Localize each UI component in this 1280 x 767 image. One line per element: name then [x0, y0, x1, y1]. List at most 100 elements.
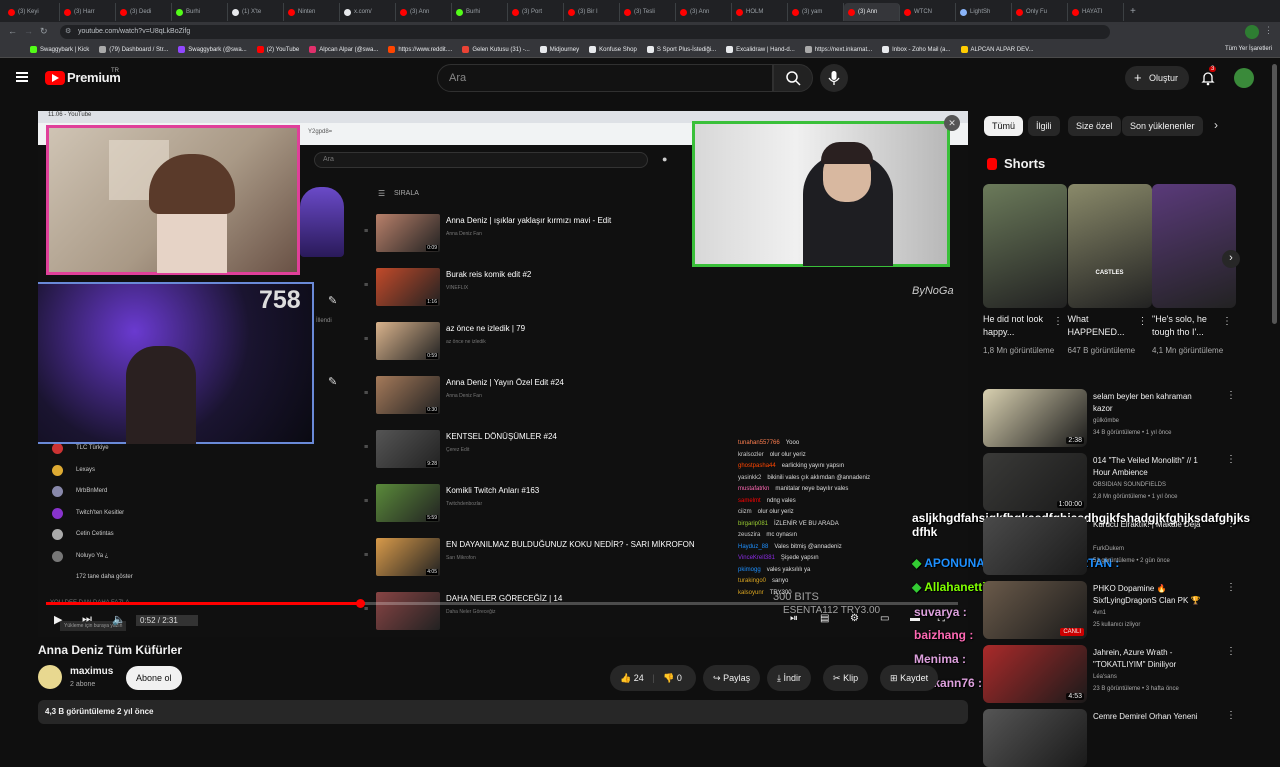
bookmark-item[interactable]: Midjourney: [539, 46, 579, 53]
browser-tab[interactable]: (3) Harr: [60, 3, 116, 21]
url-field[interactable]: ⚙ youtube.com/watch?v=U8qLkBoZifg: [60, 25, 1110, 39]
dislike-button[interactable]: 👎 0: [663, 673, 682, 683]
video-more-icon[interactable]: ⋮: [1226, 582, 1236, 593]
short-title[interactable]: What HAPPENED...: [1068, 313, 1142, 339]
video-channel[interactable]: OBSIDIAN SOUNDFIELDS: [1093, 482, 1166, 488]
browser-tab[interactable]: Only Fu: [1012, 3, 1068, 21]
video-channel[interactable]: Léa'sans: [1093, 674, 1117, 680]
user-avatar[interactable]: [1234, 68, 1254, 88]
share-button[interactable]: ↪ Paylaş: [703, 665, 761, 691]
browser-tab[interactable]: (3) Ann: [844, 3, 900, 21]
reload-icon[interactable]: ↻: [40, 26, 48, 37]
youtube-logo-icon[interactable]: [45, 71, 65, 85]
forward-icon[interactable]: →: [24, 26, 33, 36]
bookmark-item[interactable]: Swaggybark (@swa...: [178, 46, 247, 53]
video-thumbnail[interactable]: [983, 517, 1087, 575]
description-box[interactable]: 4,3 B görüntüleme 2 yıl önce: [38, 700, 968, 724]
browser-tab[interactable]: (3) yam: [788, 3, 844, 21]
site-info-icon[interactable]: ⚙: [65, 25, 71, 39]
hamburger-menu-icon[interactable]: [16, 72, 28, 82]
bookmark-item[interactable]: Inbox - Zoho Mail (a...: [882, 46, 951, 53]
video-title[interactable]: 014 "The Veiled Monolith" // 1 Hour Ambi…: [1093, 455, 1211, 479]
browser-tab[interactable]: HAYATI: [1068, 3, 1124, 21]
save-button[interactable]: ⊞ Kaydet: [880, 665, 939, 691]
page-scrollbar[interactable]: [1272, 64, 1277, 324]
search-button[interactable]: [773, 64, 813, 92]
bookmark-item[interactable]: S Sport Plus-İstediği...: [646, 46, 716, 53]
browser-tab[interactable]: (3) Keyi: [4, 3, 60, 21]
video-title[interactable]: Kurucu Elraktık! | Makale Deja: [1093, 519, 1211, 531]
bookmark-item[interactable]: Excalidraw | Hand-d...: [726, 46, 795, 53]
browser-tab[interactable]: (1) X'te: [228, 3, 284, 21]
channel-avatar[interactable]: [38, 665, 62, 689]
subscribe-button[interactable]: Abone ol: [126, 666, 182, 690]
clip-button[interactable]: ✂ Klip: [823, 665, 869, 691]
settings-icon[interactable]: ⚙: [850, 613, 859, 624]
video-title[interactable]: Cemre Demirel Orhan Yeneni: [1093, 711, 1211, 723]
short-more-icon[interactable]: ⋮: [1222, 316, 1232, 327]
browser-tab[interactable]: WTCN: [900, 3, 956, 21]
bookmark-item[interactable]: https://next.inkarnat...: [804, 46, 872, 53]
channel-name[interactable]: maximus: [70, 666, 113, 677]
browser-tab[interactable]: Burhi: [452, 3, 508, 21]
back-icon[interactable]: ←: [8, 26, 17, 36]
browser-tab[interactable]: Burhi: [172, 3, 228, 21]
short-thumbnail[interactable]: [1152, 184, 1236, 308]
chip-tümü[interactable]: Tümü: [984, 116, 1024, 136]
browser-tab[interactable]: Ninten: [284, 3, 340, 21]
play-icon[interactable]: ▶: [54, 613, 62, 626]
video-channel[interactable]: gülkömbe: [1093, 418, 1119, 424]
video-title[interactable]: Jahrein, Azure Wrath - "TOKATLIYIM" Dini…: [1093, 647, 1211, 671]
video-player[interactable]: 11.06 - YouTube Y2gpd8= Ara ● İllendi ☰ …: [38, 111, 968, 637]
browser-menu-icon[interactable]: ⋮: [1264, 25, 1273, 36]
bookmark-item[interactable]: Gelen Kutusu (31) -...: [462, 46, 530, 53]
all-bookmarks[interactable]: Tüm Yer İşaretleri: [1225, 46, 1272, 52]
profile-avatar[interactable]: [1245, 25, 1259, 39]
notifications-button[interactable]: 3: [1200, 66, 1217, 86]
edit-pencil-icon[interactable]: ✎: [328, 294, 337, 307]
autoplay-toggle-icon[interactable]: ⏯: [790, 613, 798, 624]
video-thumbnail[interactable]: 4:53: [983, 645, 1087, 703]
short-title[interactable]: He did not look happy...: [983, 313, 1057, 339]
short-thumbnail[interactable]: [983, 184, 1067, 308]
chip-son-yüklenenler[interactable]: Son yüklenenler: [1122, 116, 1203, 136]
next-icon[interactable]: ⏭: [82, 613, 92, 626]
miniplayer-icon[interactable]: ▭: [880, 613, 889, 624]
browser-tab[interactable]: (3) Dedi: [116, 3, 172, 21]
video-thumbnail[interactable]: [983, 709, 1087, 767]
browser-tab[interactable]: (3) Ann: [676, 3, 732, 21]
progress-scrubber[interactable]: [356, 599, 365, 608]
like-button[interactable]: 👍 24: [620, 673, 644, 683]
edit-pencil-icon-2[interactable]: ✎: [328, 375, 337, 388]
browser-tab[interactable]: LightSh: [956, 3, 1012, 21]
search-input[interactable]: Ara: [437, 64, 773, 92]
bookmark-item[interactable]: ALPCAN ALPAR DEV...: [960, 46, 1034, 53]
browser-tab[interactable]: (3) Ann: [396, 3, 452, 21]
short-thumbnail[interactable]: CASTLES: [1067, 184, 1152, 308]
short-more-icon[interactable]: ⋮: [1053, 316, 1063, 327]
subtitles-icon[interactable]: ▤: [820, 613, 829, 624]
voice-search-button[interactable]: [820, 64, 848, 92]
video-more-icon[interactable]: ⋮: [1226, 390, 1236, 401]
bookmark-item[interactable]: Swaggybark | Kick: [30, 46, 89, 53]
video-thumbnail[interactable]: 2:38: [983, 389, 1087, 447]
chip-size-özel[interactable]: Size özel: [1068, 116, 1121, 136]
video-more-icon[interactable]: ⋮: [1226, 710, 1236, 721]
chip-i̇lgili[interactable]: İlgili: [1028, 116, 1060, 136]
progress-bar[interactable]: [46, 602, 958, 605]
browser-tab[interactable]: x.com/: [340, 3, 396, 21]
video-thumbnail[interactable]: CANLI: [983, 581, 1087, 639]
chips-next-icon[interactable]: ›: [1214, 118, 1218, 132]
bookmark-item[interactable]: Konfuse Shop: [589, 46, 637, 53]
bookmark-item[interactable]: (79) Dashboard / Str...: [99, 46, 168, 53]
download-button[interactable]: ⤓ İndir: [767, 665, 812, 691]
video-channel[interactable]: 4vn1: [1093, 610, 1106, 616]
video-title[interactable]: selam beyler ben kahraman kazor: [1093, 391, 1211, 415]
bookmark-item[interactable]: https://www.reddit....: [388, 46, 452, 53]
video-more-icon[interactable]: ⋮: [1226, 518, 1236, 529]
inner-close-icon[interactable]: ✕: [944, 115, 960, 131]
browser-tab[interactable]: (3) Tesli: [620, 3, 676, 21]
bookmark-item[interactable]: Alpcan Alpar (@swa...: [309, 46, 378, 53]
video-more-icon[interactable]: ⋮: [1226, 646, 1236, 657]
video-channel[interactable]: FurkDukem: [1093, 546, 1124, 552]
